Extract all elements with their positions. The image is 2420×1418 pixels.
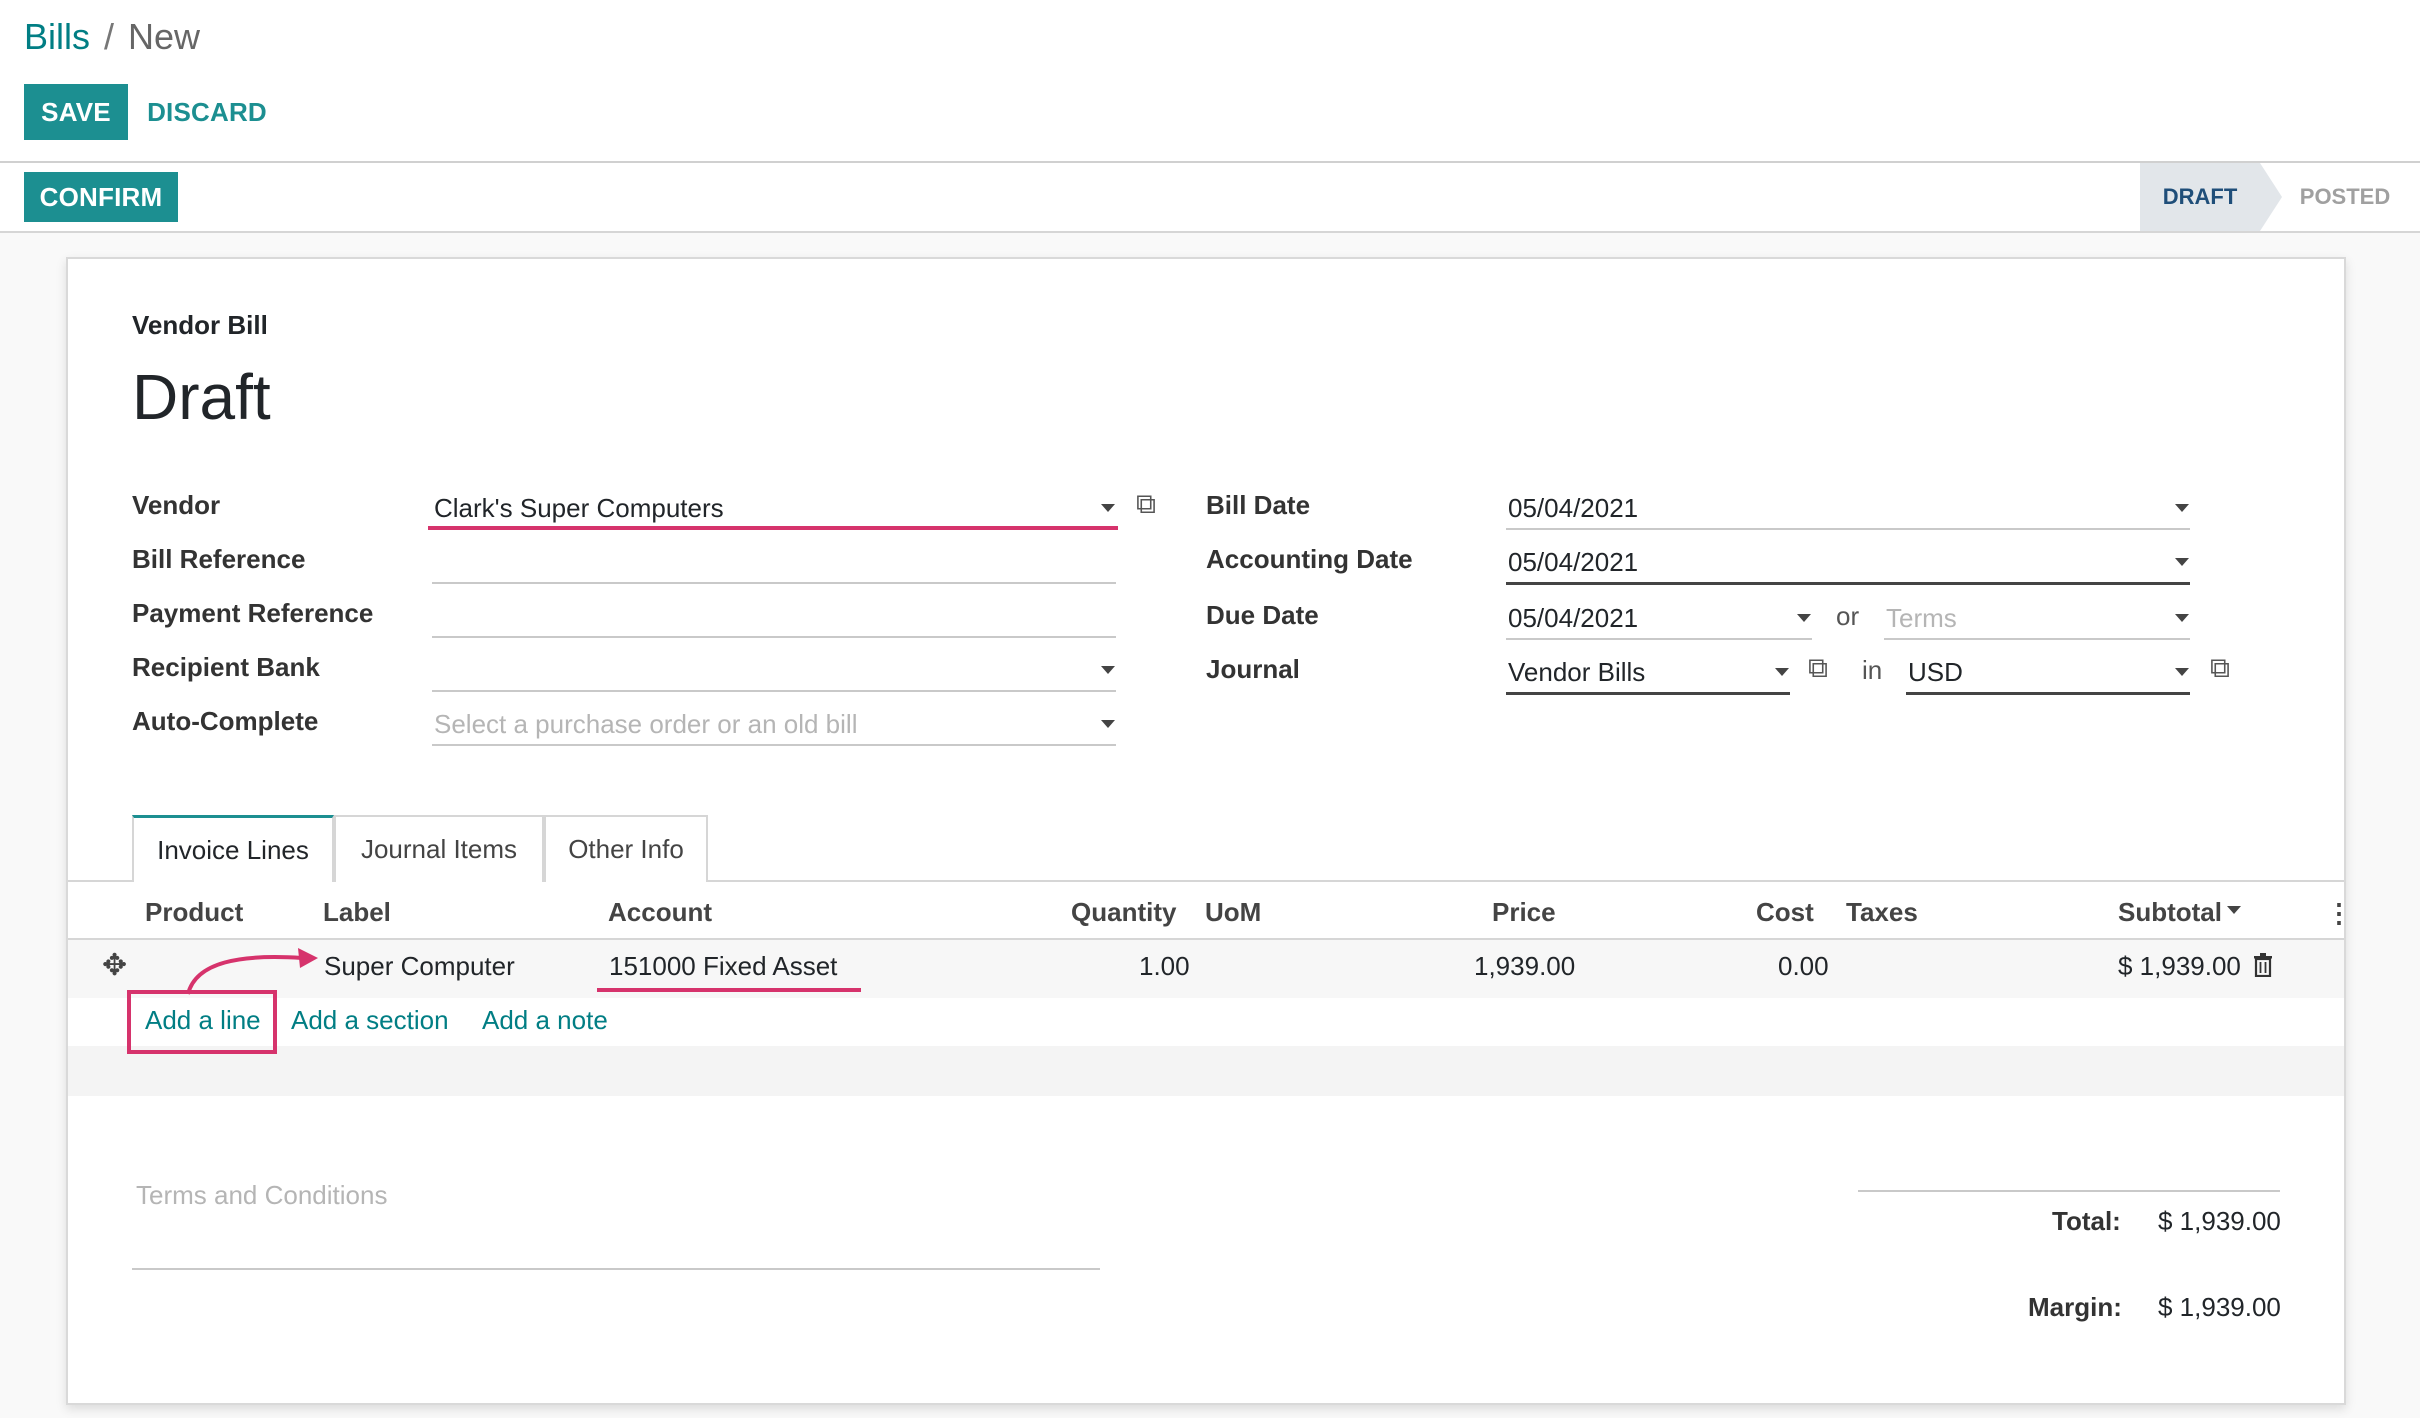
stage-arrow — [2260, 163, 2282, 231]
accounting-date-underline — [1506, 582, 2190, 585]
line-price-cell[interactable]: 1,939.00 — [1474, 951, 1575, 982]
payment-terms-underline — [1884, 638, 2190, 640]
journal-external-link-icon[interactable]: ⧉ — [1808, 652, 1828, 685]
due-date-field[interactable]: 05/04/2021 — [1508, 603, 1638, 634]
tab-journal-items[interactable]: Journal Items — [334, 815, 544, 882]
add-a-section-link[interactable]: Add a section — [291, 1005, 449, 1036]
auto-complete-dropdown-icon[interactable] — [1101, 720, 1115, 728]
currency-underline — [1906, 692, 2190, 695]
bill-date-dropdown-icon[interactable] — [2175, 504, 2189, 512]
due-date-dropdown-icon[interactable] — [1797, 614, 1811, 622]
vendor-external-link-icon[interactable]: ⧉ — [1136, 488, 1156, 521]
margin-value: $ 1,939.00 — [2158, 1292, 2281, 1322]
stage-draft[interactable]: DRAFT — [2140, 163, 2260, 231]
totals-divider — [1858, 1190, 2280, 1192]
column-header-subtotal[interactable]: Subtotal — [2118, 897, 2222, 928]
save-button[interactable]: SAVE — [24, 84, 128, 140]
currency-dropdown-icon[interactable] — [2175, 668, 2189, 676]
optional-columns-icon[interactable]: ⋮ — [2326, 898, 2352, 929]
tab-other-info[interactable]: Other Info — [544, 815, 708, 882]
recipient-bank-dropdown-icon[interactable] — [1101, 666, 1115, 674]
payment-reference-input[interactable] — [432, 636, 1116, 638]
bill-date-label: Bill Date — [1206, 490, 1311, 520]
confirm-button[interactable]: CONFIRM — [24, 172, 178, 222]
add-a-line-link[interactable]: Add a line — [145, 1005, 261, 1036]
sort-descending-icon — [2227, 906, 2241, 914]
line-account-cell[interactable]: 151000 Fixed Asset — [609, 951, 837, 982]
discard-button[interactable]: DISCARD — [142, 84, 272, 140]
vendor-label: Vendor — [132, 490, 221, 520]
payment-terms-input[interactable]: Terms — [1886, 603, 1957, 634]
breadcrumb-separator: / — [104, 16, 115, 57]
recipient-bank-input[interactable] — [432, 690, 1116, 692]
terms-and-conditions-input[interactable]: Terms and Conditions — [136, 1180, 387, 1211]
bill-date-field[interactable]: 05/04/2021 — [1508, 493, 1638, 524]
line-label-cell[interactable]: Super Computer — [324, 951, 515, 982]
column-header-label[interactable]: Label — [323, 897, 391, 928]
accounting-date-dropdown-icon[interactable] — [2175, 558, 2189, 566]
status-bar: CONFIRM DRAFT POSTED — [0, 163, 2420, 233]
column-header-uom[interactable]: UoM — [1205, 897, 1261, 928]
line-subtotal-cell[interactable]: $ 1,939.00 — [2118, 951, 2241, 982]
account-highlight-underline — [597, 988, 861, 992]
total-label: Total: — [2052, 1206, 2121, 1236]
accounting-date-label: Accounting Date — [1206, 544, 1413, 574]
terms-underline — [132, 1268, 1100, 1270]
breadcrumb: Bills / New — [24, 16, 200, 58]
line-cost-cell[interactable]: 0.00 — [1778, 951, 1829, 982]
column-header-taxes[interactable]: Taxes — [1846, 897, 1918, 928]
or-text: or — [1836, 601, 1860, 631]
journal-label: Journal — [1206, 654, 1300, 684]
recipient-bank-label: Recipient Bank — [132, 652, 320, 682]
currency-external-link-icon[interactable]: ⧉ — [2210, 652, 2230, 685]
journal-field[interactable]: Vendor Bills — [1508, 657, 1645, 688]
currency-field[interactable]: USD — [1908, 657, 1963, 688]
line-quantity-cell[interactable]: 1.00 — [1139, 951, 1190, 982]
journal-dropdown-icon[interactable] — [1775, 668, 1789, 676]
payment-terms-dropdown-icon[interactable] — [2175, 614, 2189, 622]
drag-handle-icon[interactable]: ✥ — [102, 948, 127, 983]
in-text: in — [1862, 655, 1883, 685]
column-header-account[interactable]: Account — [608, 897, 712, 928]
total-value: $ 1,939.00 — [2158, 1206, 2281, 1236]
margin-label: Margin: — [2028, 1292, 2122, 1322]
add-a-note-link[interactable]: Add a note — [482, 1005, 608, 1036]
due-date-underline — [1506, 638, 1812, 640]
column-header-cost[interactable]: Cost — [1756, 897, 1814, 928]
stage-posted[interactable]: POSTED — [2290, 163, 2400, 231]
column-header-quantity[interactable]: Quantity — [1071, 897, 1176, 928]
document-type-label: Vendor Bill — [132, 310, 268, 340]
auto-complete-label: Auto-Complete — [132, 706, 319, 736]
bill-reference-input[interactable] — [432, 582, 1116, 584]
vendor-dropdown-icon[interactable] — [1101, 504, 1115, 512]
column-header-price[interactable]: Price — [1492, 897, 1556, 928]
add-row-area — [68, 1046, 2344, 1096]
column-header-product[interactable]: Product — [145, 897, 243, 928]
bill-date-underline — [1506, 528, 2190, 530]
vendor-highlight-underline — [428, 526, 1118, 530]
document-title: Draft — [132, 361, 271, 433]
bill-reference-label: Bill Reference — [132, 544, 306, 574]
due-date-label: Due Date — [1206, 600, 1319, 630]
payment-reference-label: Payment Reference — [132, 598, 374, 628]
auto-complete-input[interactable]: Select a purchase order or an old bill — [434, 709, 857, 740]
breadcrumb-bills-link[interactable]: Bills — [24, 16, 90, 57]
auto-complete-underline — [432, 744, 1116, 746]
trash-icon[interactable] — [2253, 953, 2273, 977]
control-panel: Bills / New SAVE DISCARD — [0, 0, 2420, 163]
accounting-date-field[interactable]: 05/04/2021 — [1508, 547, 1638, 578]
tab-invoice-lines[interactable]: Invoice Lines — [132, 815, 334, 882]
vendor-field[interactable]: Clark's Super Computers — [434, 493, 724, 524]
journal-underline — [1506, 692, 1790, 695]
breadcrumb-current: New — [128, 16, 201, 57]
